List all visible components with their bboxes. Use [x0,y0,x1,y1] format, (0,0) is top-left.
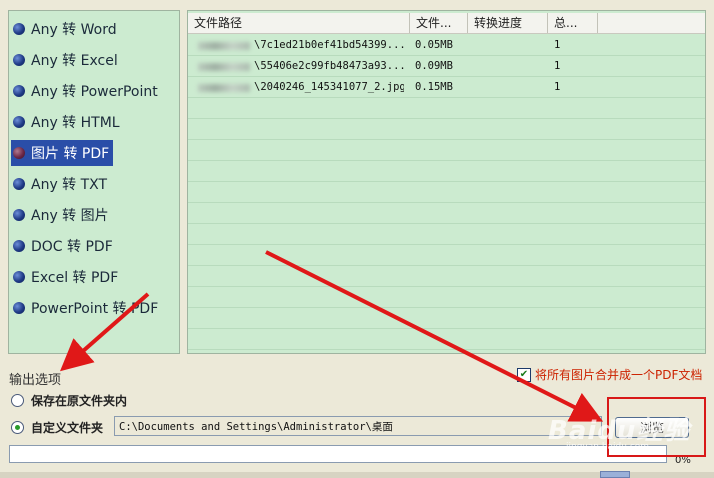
sidebar-item-any-to-word[interactable]: Any 转 Word [11,16,121,42]
bullet-icon [13,209,25,221]
table-row[interactable]: \55406e2c99fb48473a93... 0.09MB 1 [188,56,705,77]
table-row[interactable]: \7c1ed21b0ef41bd54399... 0.05MB 1 [188,35,705,56]
sidebar-item-any-to-excel[interactable]: Any 转 Excel [11,47,122,73]
sidebar-item-label: Any 转 PowerPoint [31,84,158,100]
file-path-cell: \7c1ed21b0ef41bd54399... [254,39,404,51]
sidebar-item-label: Excel 转 PDF [31,270,119,286]
bullet-icon [13,178,25,190]
redacted-path-prefix [198,84,250,92]
merge-images-option[interactable]: ✔ 将所有图片合并成一个PDF文档 [517,366,702,383]
sidebar-item-powerpoint-to-pdf[interactable]: PowerPoint 转 PDF [11,295,162,321]
table-header: 文件路径 文件... 转换进度 总... [188,13,705,34]
bullet-icon [13,116,25,128]
custom-folder-radio[interactable] [11,421,24,434]
column-header-size[interactable]: 文件... [410,13,468,33]
sidebar-item-excel-to-pdf[interactable]: Excel 转 PDF [11,264,122,290]
merge-images-label: 将所有图片合并成一个PDF文档 [535,368,703,382]
column-header-total[interactable]: 总... [548,13,598,33]
merge-images-checkbox[interactable]: ✔ [517,367,531,382]
custom-folder-label: 自定义文件夹 [31,421,104,435]
highlight-box-annotation [607,397,706,457]
keep-original-label: 保存在原文件夹内 [31,394,128,408]
sidebar-item-any-to-powerpoint[interactable]: Any 转 PowerPoint [11,78,162,104]
file-path-cell: \2040246_145341077_2.jpg [254,81,404,93]
bullet-icon [13,147,25,159]
sidebar-item-label: Any 转 图片 [31,208,109,224]
sidebar-item-label: 图片 转 PDF [31,146,110,162]
custom-folder-option[interactable]: 自定义文件夹 [11,419,103,436]
sidebar-item-label: PowerPoint 转 PDF [31,301,159,317]
sidebar-item-label: DOC 转 PDF [31,239,113,255]
total-cell: 1 [554,81,561,93]
bullet-icon [13,23,25,35]
conversion-progress-bar [9,445,667,463]
taskbar-button[interactable] [600,471,630,478]
keep-original-folder-option[interactable]: 保存在原文件夹内 [11,392,127,409]
sidebar-item-label: Any 转 Word [31,22,117,38]
sidebar-item-label: Any 转 Excel [31,53,118,69]
sidebar-item-image-to-pdf[interactable]: 图片 转 PDF [11,140,114,166]
keep-original-radio[interactable] [11,394,24,407]
output-options-title: 输出选项 [9,373,62,388]
sidebar-item-label: Any 转 TXT [31,177,108,193]
file-path-cell: \55406e2c99fb48473a93... [254,60,404,72]
sidebar-item-doc-to-pdf[interactable]: DOC 转 PDF [11,233,117,259]
column-header-path[interactable]: 文件路径 [188,13,410,33]
column-header-progress[interactable]: 转换进度 [468,13,548,33]
total-cell: 1 [554,60,561,72]
sidebar-item-any-to-image[interactable]: Any 转 图片 [11,202,113,228]
redacted-path-prefix [198,63,250,71]
sidebar-item-any-to-html[interactable]: Any 转 HTML [11,109,124,135]
output-path-input[interactable] [114,416,602,436]
file-list-table[interactable]: 文件路径 文件... 转换进度 总... \7c1ed21b0ef41bd543… [187,10,706,354]
sidebar-item-any-to-txt[interactable]: Any 转 TXT [11,171,111,197]
bullet-icon [13,240,25,252]
table-row[interactable]: \2040246_145341077_2.jpg 0.15MB 1 [188,77,705,98]
redacted-path-prefix [198,42,250,50]
bullet-icon [13,271,25,283]
conversion-type-list: Any 转 Word Any 转 Excel Any 转 PowerPoint … [8,10,180,354]
file-size-cell: 0.15MB [415,81,453,93]
bullet-icon [13,54,25,66]
file-size-cell: 0.05MB [415,39,453,51]
total-cell: 1 [554,39,561,51]
bullet-icon [13,85,25,97]
file-size-cell: 0.09MB [415,60,453,72]
sidebar-item-label: Any 转 HTML [31,115,120,131]
bullet-icon [13,302,25,314]
